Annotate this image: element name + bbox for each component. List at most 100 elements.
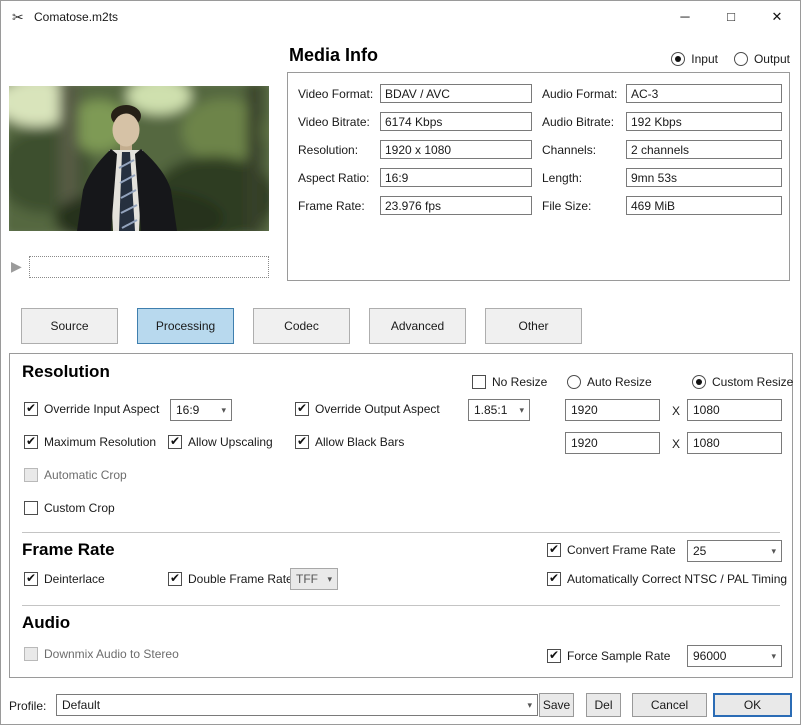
- checkbox-icon: ✔: [295, 402, 309, 416]
- tab-other[interactable]: Other: [485, 308, 582, 344]
- frame-rate-value[interactable]: [380, 196, 532, 215]
- channels-value[interactable]: [626, 140, 782, 159]
- custom-crop-checkbox[interactable]: Custom Crop: [24, 501, 115, 515]
- play-icon[interactable]: ▶: [11, 258, 22, 275]
- seek-bar[interactable]: [29, 256, 269, 278]
- output-radio-label: Output: [754, 52, 790, 66]
- checkbox-icon: ✔: [547, 572, 561, 586]
- checkbox-icon: ✔: [168, 435, 182, 449]
- double-frame-rate-checkbox[interactable]: ✔ Double Frame Rate: [168, 572, 293, 586]
- force-sample-rate-checkbox[interactable]: ✔ Force Sample Rate: [547, 649, 670, 663]
- audio-format-label: Audio Format:: [542, 87, 617, 101]
- resize-height-input[interactable]: [687, 399, 782, 421]
- checkbox-label: Automatic Crop: [44, 468, 127, 482]
- media-info-panel: Video Format: Audio Format: Video Bitrat…: [287, 72, 790, 281]
- max-width-input[interactable]: [565, 432, 660, 454]
- chevron-down-icon: ▾: [327, 574, 332, 585]
- chevron-down-icon: ▾: [221, 405, 226, 416]
- length-label: Length:: [542, 171, 582, 185]
- checkbox-icon: [24, 501, 38, 515]
- dropdown-value: 16:9: [176, 403, 199, 417]
- checkbox-icon: ✔: [24, 402, 38, 416]
- resolution-value[interactable]: [380, 140, 532, 159]
- allow-black-bars-checkbox[interactable]: ✔ Allow Black Bars: [295, 435, 404, 449]
- radio-icon: [671, 52, 685, 66]
- checkbox-label: Downmix Audio to Stereo: [44, 647, 179, 661]
- checkbox-label: Automatically Correct NTSC / PAL Timing: [567, 572, 787, 586]
- checkbox-label: No Resize: [492, 375, 547, 389]
- checkbox-label: Allow Upscaling: [188, 435, 273, 449]
- media-row: Video Bitrate: Audio Bitrate:: [288, 112, 789, 134]
- checkbox-label: Convert Frame Rate: [567, 543, 676, 557]
- cancel-button[interactable]: Cancel: [632, 693, 707, 717]
- media-info-title: Media Info: [289, 45, 378, 66]
- deinterlace-checkbox[interactable]: ✔ Deinterlace: [24, 572, 105, 586]
- dropdown-value: 1.85:1: [474, 403, 507, 417]
- close-button[interactable]: ✕: [754, 1, 800, 33]
- input-radio[interactable]: Input: [671, 52, 718, 66]
- allow-upscaling-checkbox[interactable]: ✔ Allow Upscaling: [168, 435, 273, 449]
- checkbox-icon: [24, 647, 38, 661]
- dropdown-value: 25: [693, 544, 706, 558]
- output-aspect-dropdown[interactable]: 1.85:1 ▾: [468, 399, 530, 421]
- checkbox-label: Deinterlace: [44, 572, 105, 586]
- minimize-button[interactable]: ─: [662, 1, 708, 33]
- app-window: ✂ Comatose.m2ts ─ □ ✕: [0, 0, 801, 725]
- override-output-aspect-checkbox[interactable]: ✔ Override Output Aspect: [295, 402, 440, 416]
- frame-rate-heading: Frame Rate: [22, 540, 115, 560]
- output-radio[interactable]: Output: [734, 52, 790, 66]
- auto-resize-radio[interactable]: Auto Resize: [567, 375, 652, 389]
- automatic-crop-checkbox: Automatic Crop: [24, 468, 127, 482]
- input-radio-label: Input: [691, 52, 718, 66]
- tab-processing[interactable]: Processing: [137, 308, 234, 344]
- media-row: Video Format: Audio Format:: [288, 84, 789, 106]
- tab-source[interactable]: Source: [21, 308, 118, 344]
- max-height-input[interactable]: [687, 432, 782, 454]
- override-input-aspect-checkbox[interactable]: ✔ Override Input Aspect: [24, 402, 159, 416]
- window-title: Comatose.m2ts: [34, 10, 118, 24]
- custom-resize-radio[interactable]: Custom Resize: [692, 375, 793, 389]
- checkbox-icon: ✔: [168, 572, 182, 586]
- video-preview: [9, 86, 269, 231]
- x-separator: X: [672, 404, 680, 418]
- checkbox-label: Maximum Resolution: [44, 435, 156, 449]
- aspect-ratio-label: Aspect Ratio:: [298, 171, 369, 185]
- audio-bitrate-value[interactable]: [626, 112, 782, 131]
- convert-frame-rate-checkbox[interactable]: ✔ Convert Frame Rate: [547, 543, 676, 557]
- tab-codec[interactable]: Codec: [253, 308, 350, 344]
- checkbox-label: Custom Crop: [44, 501, 115, 515]
- length-value[interactable]: [626, 168, 782, 187]
- aspect-ratio-value[interactable]: [380, 168, 532, 187]
- ntsc-pal-timing-checkbox[interactable]: ✔ Automatically Correct NTSC / PAL Timin…: [547, 572, 787, 586]
- profile-dropdown[interactable]: Default ▾: [56, 694, 538, 716]
- resize-width-input[interactable]: [565, 399, 660, 421]
- checkbox-icon: ✔: [547, 649, 561, 663]
- dropdown-value: 96000: [693, 649, 726, 663]
- maximum-resolution-checkbox[interactable]: ✔ Maximum Resolution: [24, 435, 156, 449]
- no-resize-checkbox[interactable]: No Resize: [472, 375, 547, 389]
- input-aspect-dropdown[interactable]: 16:9 ▾: [170, 399, 232, 421]
- sample-rate-dropdown[interactable]: 96000 ▾: [687, 645, 782, 667]
- video-format-value[interactable]: [380, 84, 532, 103]
- video-bitrate-value[interactable]: [380, 112, 532, 131]
- video-format-label: Video Format:: [298, 87, 373, 101]
- checkbox-icon: [472, 375, 486, 389]
- file-size-value[interactable]: [626, 196, 782, 215]
- radio-label: Custom Resize: [712, 375, 793, 389]
- del-button[interactable]: Del: [586, 693, 621, 717]
- checkbox-icon: ✔: [24, 572, 38, 586]
- media-row: Aspect Ratio: Length:: [288, 168, 789, 190]
- ok-button[interactable]: OK: [713, 693, 792, 717]
- save-button[interactable]: Save: [539, 693, 574, 717]
- dropdown-value: Default: [62, 698, 100, 712]
- chevron-down-icon: ▾: [771, 651, 776, 662]
- audio-format-value[interactable]: [626, 84, 782, 103]
- radio-icon: [567, 375, 581, 389]
- maximize-button[interactable]: □: [708, 1, 754, 33]
- media-row: Resolution: Channels:: [288, 140, 789, 162]
- io-radio-group: Input Output: [671, 52, 790, 66]
- frame-rate-dropdown[interactable]: 25 ▾: [687, 540, 782, 562]
- tab-advanced[interactable]: Advanced: [369, 308, 466, 344]
- file-size-label: File Size:: [542, 199, 591, 213]
- video-bitrate-label: Video Bitrate:: [298, 115, 370, 129]
